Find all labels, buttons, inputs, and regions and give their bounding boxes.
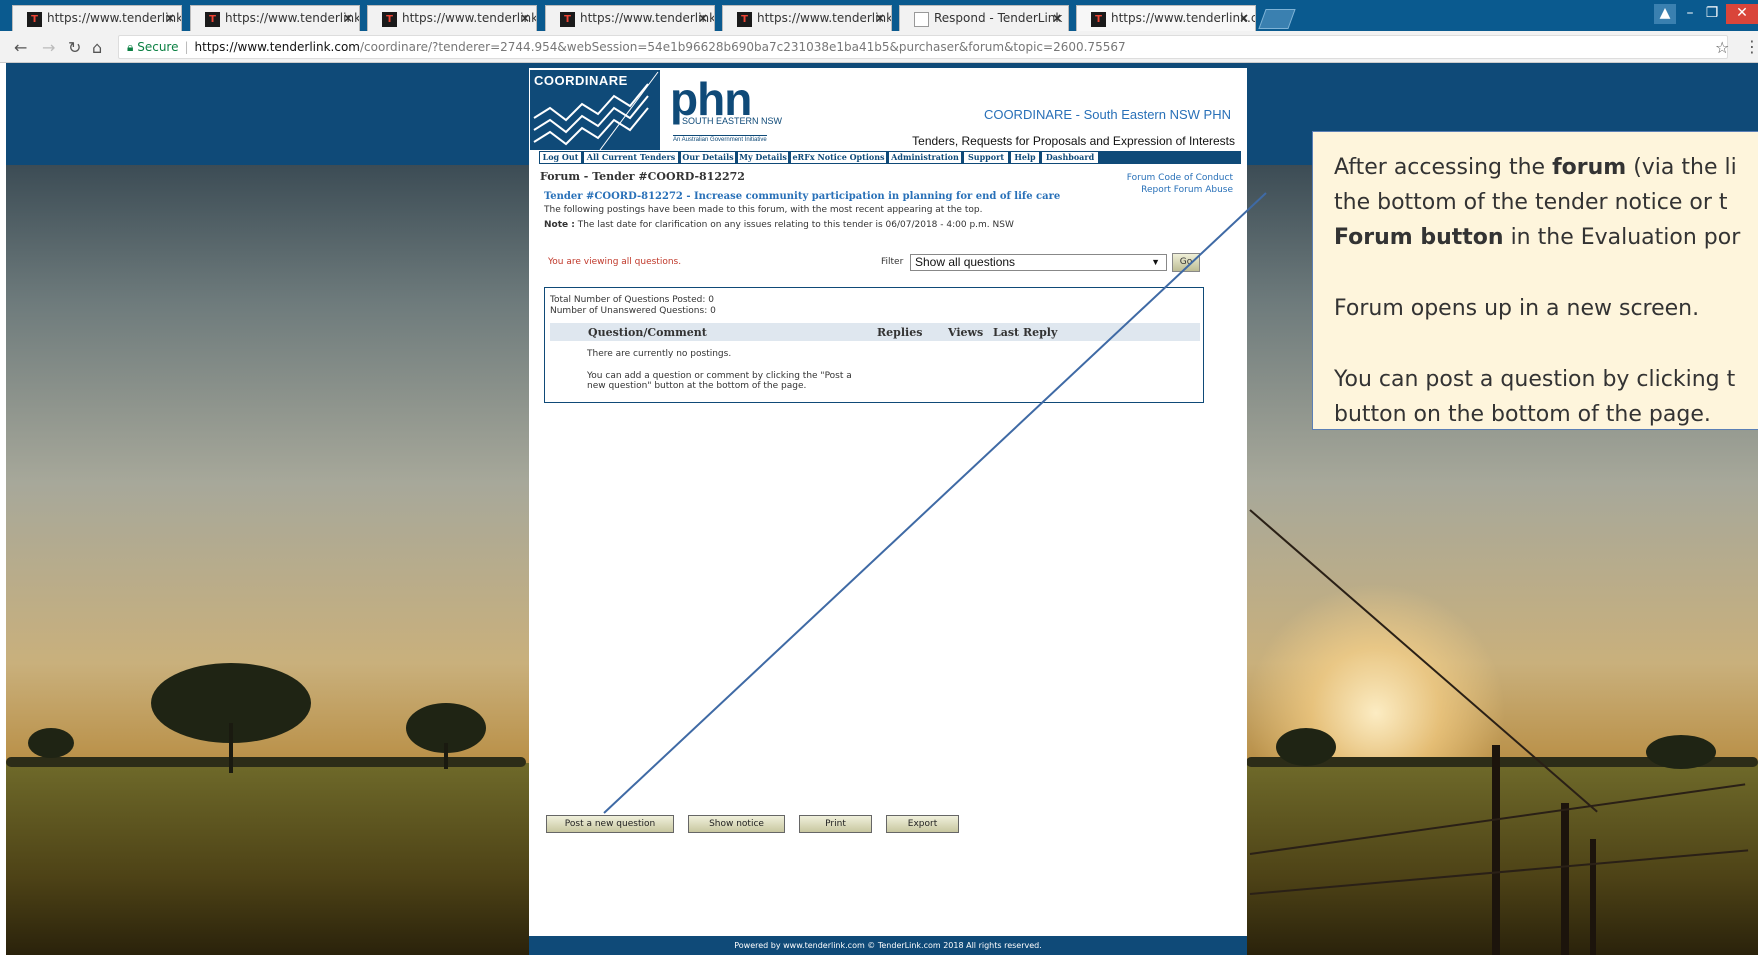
new-tab-button[interactable] bbox=[1258, 9, 1296, 29]
nav-my-details[interactable]: My Details bbox=[738, 152, 788, 163]
secure-label: Secure bbox=[137, 40, 179, 54]
browser-tab-active[interactable]: T https://www.tenderlink.co × bbox=[1076, 5, 1256, 31]
home-icon[interactable]: ⌂ bbox=[92, 38, 102, 57]
posting-hint: new question" button at the bottom of th… bbox=[587, 381, 807, 391]
nav-administration[interactable]: Administration bbox=[889, 152, 961, 163]
tree-trunk bbox=[229, 723, 233, 773]
fence-post bbox=[1590, 839, 1596, 955]
close-icon[interactable]: × bbox=[1239, 11, 1249, 25]
lock-icon: 🔒︎ bbox=[127, 40, 134, 54]
window-close-icon[interactable]: ✕ bbox=[1726, 4, 1758, 24]
address-bar: ← → ↻ ⌂ 🔒︎ Secure | https://www.tenderlink… bbox=[0, 31, 1758, 63]
column-question: Question/Comment bbox=[588, 326, 707, 339]
logo-wave-graphic bbox=[533, 71, 659, 150]
unanswered-questions-count: Number of Unanswered Questions: 0 bbox=[550, 306, 716, 316]
tenderlink-icon: T bbox=[737, 12, 752, 27]
callout-paragraph: You can post a question by clicking t bu… bbox=[1334, 367, 1736, 427]
reload-icon[interactable]: ↻ bbox=[68, 38, 81, 57]
org-tagline: Tenders, Requests for Proposals and Expr… bbox=[912, 134, 1235, 148]
back-icon[interactable]: ← bbox=[14, 38, 27, 57]
callout-paragraph: After accessing the forum (via the li th… bbox=[1334, 155, 1741, 250]
instruction-callout: After accessing the forum (via the li th… bbox=[1312, 131, 1758, 430]
url-path: /coordinare/?tenderer=2744.954&webSessio… bbox=[360, 40, 1126, 54]
browser-tab[interactable]: T https://www.tenderlink.co × bbox=[367, 5, 537, 31]
column-last-reply: Last Reply bbox=[993, 326, 1058, 339]
tenderlink-icon: T bbox=[560, 12, 575, 27]
org-name: COORDINARE - South Eastern NSW PHN bbox=[983, 107, 1231, 122]
viewing-status: You are viewing all questions. bbox=[548, 257, 682, 267]
url-input[interactable]: 🔒︎ Secure | https://www.tenderlink.com/coo… bbox=[118, 35, 1728, 59]
column-replies: Replies bbox=[877, 326, 923, 339]
browser-tab[interactable]: T https://www.tenderlink.co × bbox=[545, 5, 715, 31]
post-new-question-button[interactable]: Post a new question bbox=[546, 815, 674, 833]
clarification-note: Note : The last date for clarification o… bbox=[544, 220, 1014, 230]
questions-panel: Total Number of Questions Posted: 0 Numb… bbox=[544, 287, 1204, 403]
close-icon[interactable]: × bbox=[875, 11, 885, 25]
user-icon[interactable]: ▲ bbox=[1654, 4, 1676, 24]
nav-support[interactable]: Support bbox=[964, 152, 1008, 163]
fence-post bbox=[1492, 745, 1500, 955]
fence-post bbox=[1561, 803, 1569, 955]
nav-dashboard[interactable]: Dashboard bbox=[1042, 152, 1098, 163]
bookmark-star-icon[interactable]: ☆ bbox=[1715, 38, 1729, 57]
close-icon[interactable]: × bbox=[520, 11, 530, 25]
url-host: https://www.tenderlink.com bbox=[194, 40, 360, 54]
export-button[interactable]: Export bbox=[886, 815, 959, 833]
tenderlink-page: COORDINARE phn SOUTH EASTERN NSW An Aust… bbox=[529, 68, 1247, 955]
callout-paragraph: Forum opens up in a new screen. bbox=[1334, 296, 1700, 321]
tree bbox=[28, 728, 74, 758]
close-icon[interactable]: × bbox=[698, 11, 708, 25]
nav-erfx-notice-options[interactable]: eRFx Notice Options bbox=[791, 152, 886, 163]
nav-our-details[interactable]: Our Details bbox=[681, 152, 735, 163]
tenderlink-icon: T bbox=[205, 12, 220, 27]
no-postings-message: There are currently no postings. bbox=[587, 349, 732, 359]
nav-all-current-tenders[interactable]: All Current Tenders bbox=[584, 152, 678, 163]
total-questions-count: Total Number of Questions Posted: 0 bbox=[550, 295, 714, 305]
column-views: Views bbox=[948, 326, 984, 339]
forum-code-of-conduct-link[interactable]: Forum Code of Conduct bbox=[1127, 173, 1233, 183]
report-forum-abuse-link[interactable]: Report Forum Abuse bbox=[1141, 185, 1233, 195]
close-icon[interactable]: × bbox=[343, 11, 353, 25]
document-icon bbox=[914, 12, 929, 27]
browser-tab[interactable]: Respond - TenderLink × bbox=[899, 5, 1069, 31]
restore-icon[interactable]: ❐ bbox=[1702, 4, 1722, 24]
close-icon[interactable]: × bbox=[1052, 11, 1062, 25]
browser-tab[interactable]: T https://www.tenderlink.co × bbox=[722, 5, 892, 31]
nav-help[interactable]: Help bbox=[1011, 152, 1039, 163]
forum-intro: The following postings have been made to… bbox=[544, 205, 983, 215]
posting-hint: You can add a question or comment by cli… bbox=[587, 371, 852, 381]
dropdown-arrow-icon: ▼ bbox=[1151, 257, 1160, 267]
menu-icon[interactable]: ⋮ bbox=[1744, 37, 1758, 56]
coordinare-logo: COORDINARE bbox=[530, 70, 660, 150]
minimize-icon[interactable]: – bbox=[1680, 4, 1700, 24]
browser-tab[interactable]: T https://www.tenderlink.co × bbox=[190, 5, 360, 31]
phn-region: SOUTH EASTERN NSW bbox=[682, 116, 783, 126]
browser-tab[interactable]: T https://www.tenderlink.co × bbox=[12, 5, 182, 31]
tree bbox=[1276, 728, 1336, 766]
go-button[interactable]: Go bbox=[1172, 253, 1200, 272]
questions-table-header: Question/Comment Replies Views Last Repl… bbox=[550, 323, 1200, 341]
page-footer: Powered by www.tenderlink.com © TenderLi… bbox=[529, 936, 1247, 955]
main-nav: Log Out All Current Tenders Our Details … bbox=[539, 151, 1241, 164]
page-title: Forum - Tender #COORD-812272 bbox=[540, 170, 745, 183]
close-icon[interactable]: × bbox=[165, 11, 175, 25]
tree bbox=[1646, 735, 1716, 769]
filter-select[interactable]: Show all questions ▼ bbox=[910, 254, 1167, 271]
phn-gov-initiative: An Australian Government Initiative bbox=[673, 135, 767, 143]
filter-label: Filter bbox=[881, 257, 904, 267]
show-notice-button[interactable]: Show notice bbox=[688, 815, 785, 833]
browser-tabstrip: T https://www.tenderlink.co × T https://… bbox=[0, 0, 1758, 31]
forward-icon[interactable]: → bbox=[42, 38, 55, 57]
tree-trunk bbox=[444, 743, 448, 769]
tenderlink-icon: T bbox=[382, 12, 397, 27]
nav-log-out[interactable]: Log Out bbox=[540, 152, 581, 163]
treeline bbox=[6, 757, 526, 767]
print-button[interactable]: Print bbox=[799, 815, 872, 833]
tenderlink-icon: T bbox=[27, 12, 42, 27]
tender-title-link[interactable]: Tender #COORD-812272 - Increase communit… bbox=[544, 191, 1060, 202]
tenderlink-icon: T bbox=[1091, 12, 1106, 27]
